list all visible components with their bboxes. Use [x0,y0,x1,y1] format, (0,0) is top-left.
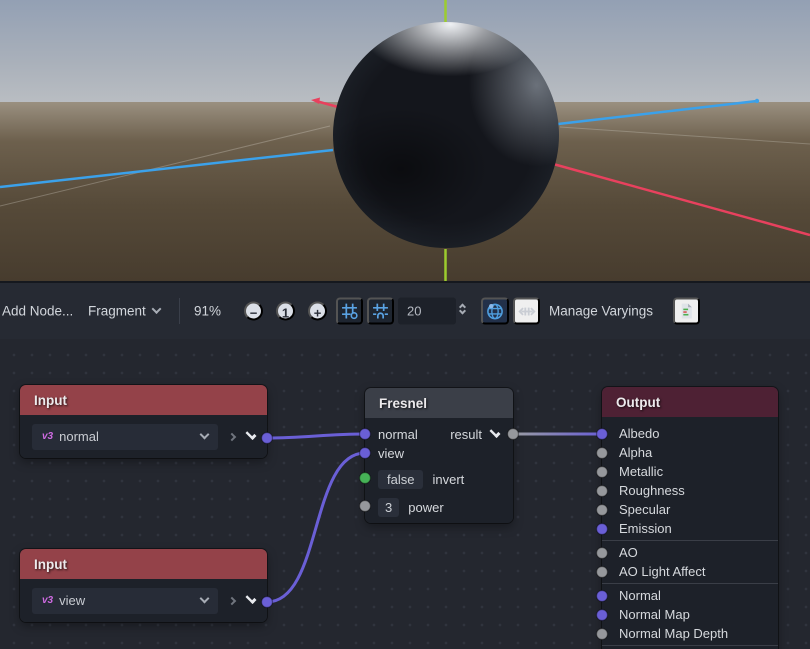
port-group-separator [602,645,778,646]
output-row: Normal Map [602,605,778,624]
port-label-normal-map-depth: Normal Map Depth [619,626,728,641]
wireframe-sphere-icon [486,302,504,320]
input-source-value: view [59,593,201,608]
node-title[interactable]: Input [20,549,267,579]
grid-pattern-button[interactable] [367,298,394,325]
preview-expand-icon[interactable] [245,592,256,603]
node-title[interactable]: Output [602,387,778,417]
output-row: Specular [602,500,778,519]
output-row: Metallic [602,462,778,481]
zoom-in-button[interactable]: + [308,302,327,321]
input-source-value: normal [59,429,201,444]
power-label: power [408,500,443,515]
shader-stage-label: Fragment [88,304,146,319]
fresnel-input-view-label: view [378,446,404,461]
z-axis-line [558,101,757,124]
arrange-icon [518,302,536,320]
port-label-normal-map: Normal Map [619,607,690,622]
shader-stage-dropdown[interactable]: Fragment [88,304,160,319]
node-input-normal[interactable]: Input v3 normal [20,385,267,458]
port-label-metallic: Metallic [619,464,663,479]
vec3-type-icon: v3 [42,431,53,442]
expand-arrow-icon[interactable] [228,432,236,440]
power-value-field[interactable]: 3 [378,498,399,517]
vec3-type-icon: v3 [42,595,53,606]
shader-editor-window: Add Node... Fragment 91% − 1 + 20 [0,0,810,649]
manage-varyings-button[interactable]: Manage Varyings [549,304,653,319]
fresnel-input-normal-label: normal [378,427,418,442]
preview-expand-icon[interactable] [489,426,500,437]
shader-toolbar: Add Node... Fragment 91% − 1 + 20 [0,283,810,339]
output-row: AO [602,543,778,562]
spin-down-icon [459,307,466,314]
invert-label: invert [432,472,464,487]
grid-snap-icon [341,303,358,320]
z-axis-line [0,150,333,187]
shader-file-icon [678,303,695,320]
port-label-ao: AO [619,545,638,560]
node-fresnel[interactable]: Fresnel normal result view false invert … [365,388,513,523]
grid-dots-icon [372,303,389,320]
x-axis-line [546,162,810,235]
snap-distance-value[interactable]: 20 [398,298,456,325]
chevron-down-icon [200,594,210,604]
port-label-alpha: Alpha [619,445,652,460]
zoom-reset-button[interactable]: 1 [276,302,295,321]
node-title[interactable]: Input [20,385,267,415]
output-row: Roughness [602,481,778,500]
output-row: AO Light Affect [602,562,778,581]
output-row: Normal Map Depth [602,624,778,643]
preview-shader-toggle[interactable] [481,298,509,325]
node-title[interactable]: Fresnel [365,388,513,418]
chevron-down-icon [200,430,210,440]
node-output[interactable]: Output Albedo Alpha Metallic Roughness S… [602,387,778,649]
input-source-dropdown[interactable]: v3 view [32,588,218,614]
shader-code-button[interactable] [673,298,700,325]
toolbar-separator [179,298,180,324]
port-label-roughness: Roughness [619,483,685,498]
output-row: Normal [602,586,778,605]
grid-line [0,126,330,206]
port-group-separator [602,540,778,541]
port-group-separator [602,583,778,584]
preview-expand-icon[interactable] [245,428,256,439]
z-axis-cap [755,99,759,103]
add-node-button[interactable]: Add Node... [2,304,73,319]
port-label-normal: Normal [619,588,661,603]
port-label-albedo: Albedo [619,426,659,441]
spinbox-arrows[interactable] [460,301,465,314]
zoom-out-button[interactable]: − [244,302,263,321]
node-input-view[interactable]: Input v3 view [20,549,267,622]
material-preview-sphere [333,22,559,248]
invert-toggle-button[interactable]: false [378,470,423,489]
3d-preview-viewport[interactable] [0,0,810,281]
grid-line [560,127,810,144]
output-row: Albedo [602,424,778,443]
zoom-level-label: 91% [194,304,221,319]
input-source-dropdown[interactable]: v3 normal [32,424,218,450]
chevron-down-icon [151,304,161,314]
port-label-specular: Specular [619,502,670,517]
snap-distance-spinbox[interactable]: 20 [398,298,474,325]
connection-options-button[interactable] [513,298,540,325]
output-row: Emission [602,519,778,538]
snap-toggle-button[interactable] [336,298,363,325]
x-axis-arrow [311,98,320,105]
port-label-ao-light-affect: AO Light Affect [619,564,705,579]
output-row: Alpha [602,443,778,462]
port-label-emission: Emission [619,521,672,536]
expand-arrow-icon[interactable] [228,596,236,604]
fresnel-output-result-label: result [450,427,482,442]
